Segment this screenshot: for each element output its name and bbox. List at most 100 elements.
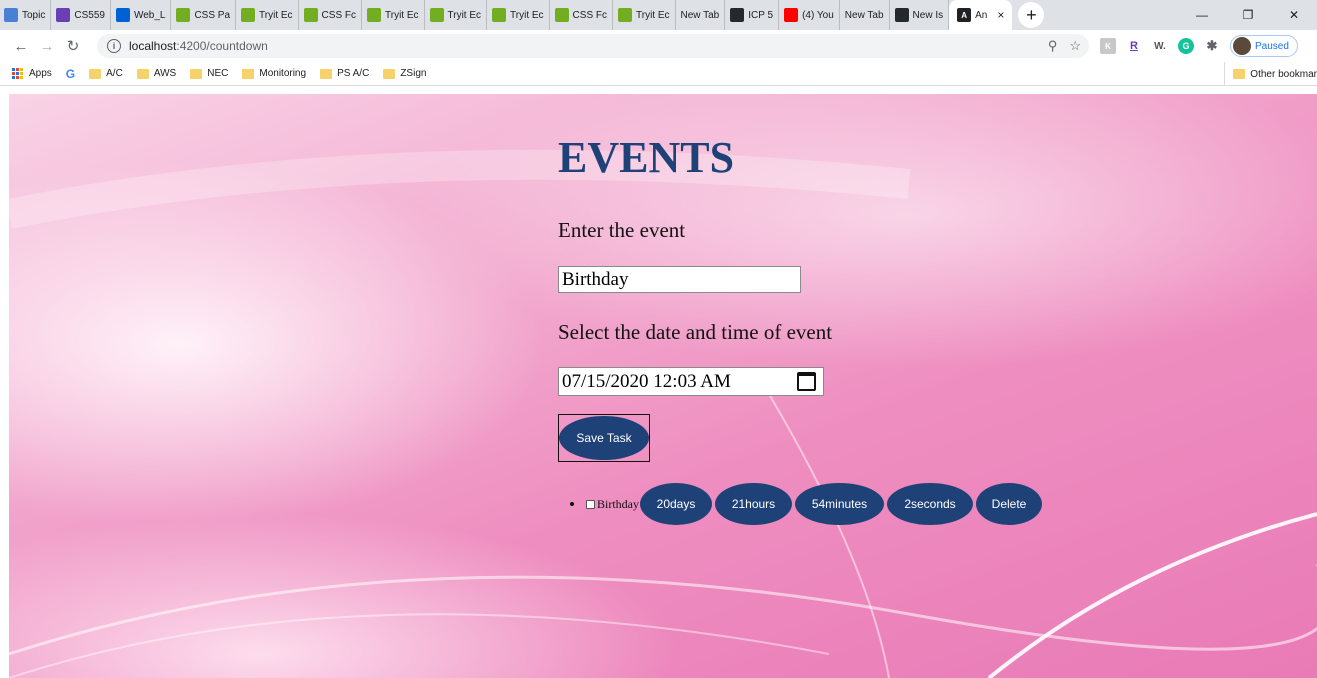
github-icon [730, 8, 745, 22]
youtube-icon [784, 8, 799, 22]
tab[interactable]: New Is [890, 0, 950, 30]
tab-label: Tryit Ec [447, 9, 482, 21]
canvas-icon [4, 8, 18, 22]
tab[interactable]: Tryit Ec [613, 0, 676, 30]
folder-icon [190, 68, 203, 79]
tab-label: CSS Fc [572, 9, 607, 21]
browser-toolbar: ← → ↻ i localhost:4200/countdown ⚲ ☆ K R… [0, 30, 1317, 62]
tab-label: CSS Fc [321, 9, 356, 21]
w3-icon [618, 8, 632, 22]
bookmark-label: A/C [106, 68, 123, 79]
extension-r-icon[interactable]: R [1126, 38, 1142, 54]
minimize-button[interactable]: — [1179, 0, 1225, 30]
list-item: Birthday 20days 21hours 54minutes 2secon… [570, 483, 1045, 525]
folder-icon [1233, 69, 1246, 79]
github-icon [894, 8, 909, 22]
tab-strip: Topic CS559 Web_L CSS Pa Tryit Ec CSS Fc Tryit… [0, 0, 1317, 30]
event-name: Birthday [597, 496, 639, 511]
bookmark-folder[interactable]: A/C [89, 68, 123, 79]
tab-active[interactable]: A An × [949, 0, 1013, 30]
folder-icon [136, 68, 149, 79]
bookmark-label: AWS [153, 68, 177, 79]
tab-label: New Is [912, 9, 944, 21]
bookmark-folder[interactable]: NEC [190, 68, 228, 79]
tab[interactable]: New Tab [840, 0, 890, 30]
folder-icon [383, 68, 396, 79]
bookmark-folder[interactable]: AWS [136, 68, 177, 79]
tab[interactable]: Topic [0, 0, 52, 30]
tab[interactable]: Tryit Ec [236, 0, 299, 30]
extension-w-icon[interactable]: W. [1152, 38, 1168, 54]
tab[interactable]: Web_L [111, 0, 172, 30]
new-tab-button[interactable]: + [1018, 2, 1045, 28]
window-controls: — ❐ ✕ [1179, 0, 1317, 30]
tab-label: Tryit Ec [385, 9, 419, 21]
folder-icon [89, 68, 102, 79]
folder-icon [320, 68, 333, 79]
tab-label: New Tab [844, 9, 884, 21]
tab[interactable]: New Tab [676, 0, 726, 30]
tab[interactable]: (4) You [779, 0, 840, 30]
tab[interactable]: CSS Fc [550, 0, 613, 30]
star-icon[interactable]: ☆ [1069, 38, 1081, 54]
info-icon[interactable]: i [107, 39, 121, 53]
bookmark-other[interactable]: Other bookmar [1224, 62, 1317, 86]
extension-icon[interactable]: K [1100, 38, 1116, 54]
event-checkbox[interactable] [586, 499, 595, 509]
tab[interactable]: Tryit Ec [487, 0, 550, 30]
bookmarks-bar: Apps G A/C AWS NEC Monitoring PS A/C ZSign Ot… [0, 62, 1317, 86]
zoom-icon[interactable]: ⚲ [1048, 38, 1058, 54]
tab[interactable]: CSS Pa [171, 0, 237, 30]
url-host: localhost [129, 39, 177, 53]
forward-icon[interactable]: → [34, 33, 60, 59]
bullet [570, 502, 574, 506]
delete-button[interactable]: Delete [976, 483, 1042, 525]
tab[interactable]: Tryit Ec [362, 0, 425, 30]
bookmark-apps[interactable]: Apps [12, 67, 52, 80]
tab[interactable]: Tryit Ec [425, 0, 488, 30]
save-task-button[interactable]: Save Task [559, 416, 649, 460]
w3-icon [303, 8, 318, 22]
bookmark-folder[interactable]: Monitoring [242, 68, 306, 79]
event-input[interactable]: Birthday [558, 266, 801, 293]
w3-icon [492, 8, 507, 22]
restore-button[interactable]: ❐ [1225, 0, 1271, 30]
tab-label: (4) You [802, 9, 834, 21]
google-icon: G [65, 66, 76, 81]
tab[interactable]: CSS Fc [299, 0, 362, 30]
bookmark-label: NEC [207, 68, 229, 79]
bookmark-folder[interactable]: ZSign [383, 68, 426, 79]
date-value: 07/15/2020 12:03 AM [562, 370, 731, 392]
tab-label: Topic [22, 9, 46, 21]
avatar [1233, 37, 1251, 55]
tab[interactable]: CS559 [51, 0, 111, 30]
tab-list: Topic CS559 Web_L CSS Pa Tryit Ec CSS Fc Tryit… [0, 0, 950, 30]
date-label: Select the date and time of event [558, 320, 833, 344]
back-icon[interactable]: ← [8, 33, 34, 59]
minutes-badge[interactable]: 54minutes [795, 483, 884, 525]
profile-paused-button[interactable]: Paused [1230, 35, 1298, 57]
date-time-input[interactable]: 07/15/2020 12:03 AM [558, 367, 824, 396]
reload-icon[interactable]: ↻ [60, 33, 86, 59]
page-viewport: EVENTS Enter the event Birthday Select t… [9, 94, 1317, 678]
puzzle-icon[interactable]: ✱ [1204, 38, 1220, 54]
grammarly-icon[interactable]: G [1178, 38, 1194, 54]
seconds-badge[interactable]: 2seconds [887, 483, 973, 525]
close-window-button[interactable]: ✕ [1271, 0, 1317, 30]
calendar-icon[interactable] [797, 372, 816, 391]
bookmark-list: A/C AWS NEC Monitoring PS A/C ZSign [89, 68, 426, 79]
tab-label: CSS Pa [194, 9, 231, 21]
bookmark-google[interactable]: G [66, 67, 75, 81]
bookmark-label: Monitoring [259, 68, 307, 79]
tab[interactable]: ICP 5 [725, 0, 780, 30]
tab-label: ICP 5 [748, 9, 774, 21]
paused-label: Paused [1255, 40, 1289, 52]
address-bar[interactable]: i localhost:4200/countdown ⚲ ☆ [97, 34, 1089, 58]
angular-icon: A [957, 8, 972, 22]
days-badge[interactable]: 20days [640, 483, 712, 525]
hours-badge[interactable]: 21hours [715, 483, 792, 525]
bookmark-folder[interactable]: PS A/C [320, 68, 369, 79]
url-path: :4200/countdown [176, 39, 268, 53]
bookmark-label: ZSign [400, 68, 427, 79]
close-icon[interactable]: × [997, 8, 1004, 22]
